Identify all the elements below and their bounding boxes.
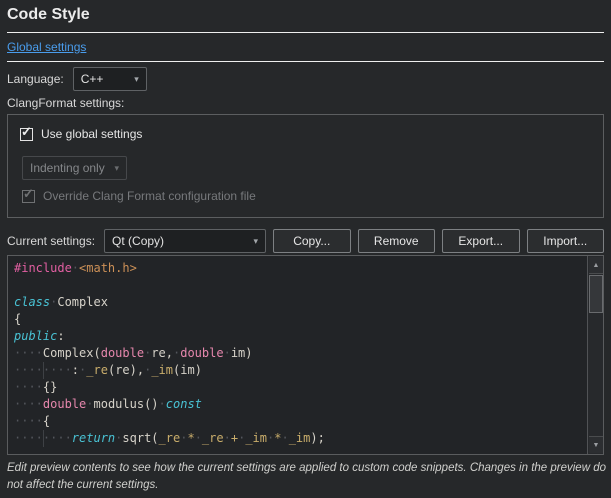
- page-title: Code Style: [7, 6, 90, 24]
- code-line: class·Complex: [14, 294, 581, 311]
- use-global-settings-checkbox[interactable]: ✓ Use global settings: [20, 127, 142, 141]
- vertical-scrollbar[interactable]: ▲ ▼: [587, 256, 603, 454]
- chevron-down-icon: ▾: [254, 237, 259, 246]
- clangformat-settings-label: ClangFormat settings:: [7, 96, 124, 110]
- language-row: Language: C++ ▾: [7, 66, 147, 92]
- indenting-mode-select: Indenting only ▾: [22, 156, 127, 180]
- import-button[interactable]: Import...: [527, 229, 604, 253]
- use-global-settings-label: Use global settings: [41, 127, 142, 141]
- code-line: [14, 277, 581, 294]
- title-separator: [7, 32, 604, 33]
- indent-guide: [43, 362, 44, 379]
- checkbox-box: ✓: [20, 128, 33, 141]
- code-line: ····{: [14, 413, 581, 430]
- current-settings-select[interactable]: Qt (Copy) ▾: [104, 229, 266, 253]
- code-line: ····Complex(double·re,·double·im): [14, 345, 581, 362]
- indenting-mode-value: Indenting only: [30, 161, 105, 175]
- language-select[interactable]: C++ ▾: [73, 67, 147, 91]
- code-editor-content: #include·<math.h>class·Complex{public:··…: [8, 256, 603, 447]
- check-icon: ✓: [21, 125, 32, 138]
- code-line: ········return·sqrt(_re·*·_re·+·_im·*·_i…: [14, 430, 581, 447]
- code-line: public:: [14, 328, 581, 345]
- chevron-down-icon: ▾: [114, 164, 119, 173]
- override-clang-format-checkbox: ✓ Override Clang Format configuration fi…: [22, 189, 256, 203]
- language-select-value: C++: [81, 72, 104, 86]
- export-button[interactable]: Export...: [442, 229, 519, 253]
- language-label: Language:: [7, 72, 64, 86]
- code-line: {: [14, 311, 581, 328]
- scroll-down-icon[interactable]: ▼: [589, 436, 603, 453]
- global-settings-link[interactable]: Global settings: [7, 40, 86, 54]
- code-line: ········:·_re(re),·_im(im): [14, 362, 581, 379]
- link-separator: [7, 61, 604, 62]
- code-preview-editor[interactable]: #include·<math.h>class·Complex{public:··…: [7, 255, 604, 455]
- copy-button[interactable]: Copy...: [273, 229, 350, 253]
- code-line: #include·<math.h>: [14, 260, 581, 277]
- indent-guide: [43, 430, 44, 447]
- remove-button[interactable]: Remove: [358, 229, 435, 253]
- scroll-up-icon[interactable]: ▲: [589, 257, 603, 274]
- chevron-down-icon: ▾: [134, 75, 139, 84]
- footer-note: Edit preview contents to see how the cur…: [7, 460, 607, 493]
- checkbox-box: ✓: [22, 190, 35, 203]
- code-line: ····{}: [14, 379, 581, 396]
- override-clang-format-label: Override Clang Format configuration file: [43, 189, 256, 203]
- code-line: ····double·modulus()·const: [14, 396, 581, 413]
- current-settings-value: Qt (Copy): [112, 234, 164, 248]
- current-settings-label: Current settings:: [7, 234, 95, 248]
- current-settings-row: Current settings: Qt (Copy) ▾ Copy... Re…: [7, 229, 604, 253]
- check-icon: ✓: [23, 187, 34, 200]
- scrollbar-thumb[interactable]: [589, 275, 603, 313]
